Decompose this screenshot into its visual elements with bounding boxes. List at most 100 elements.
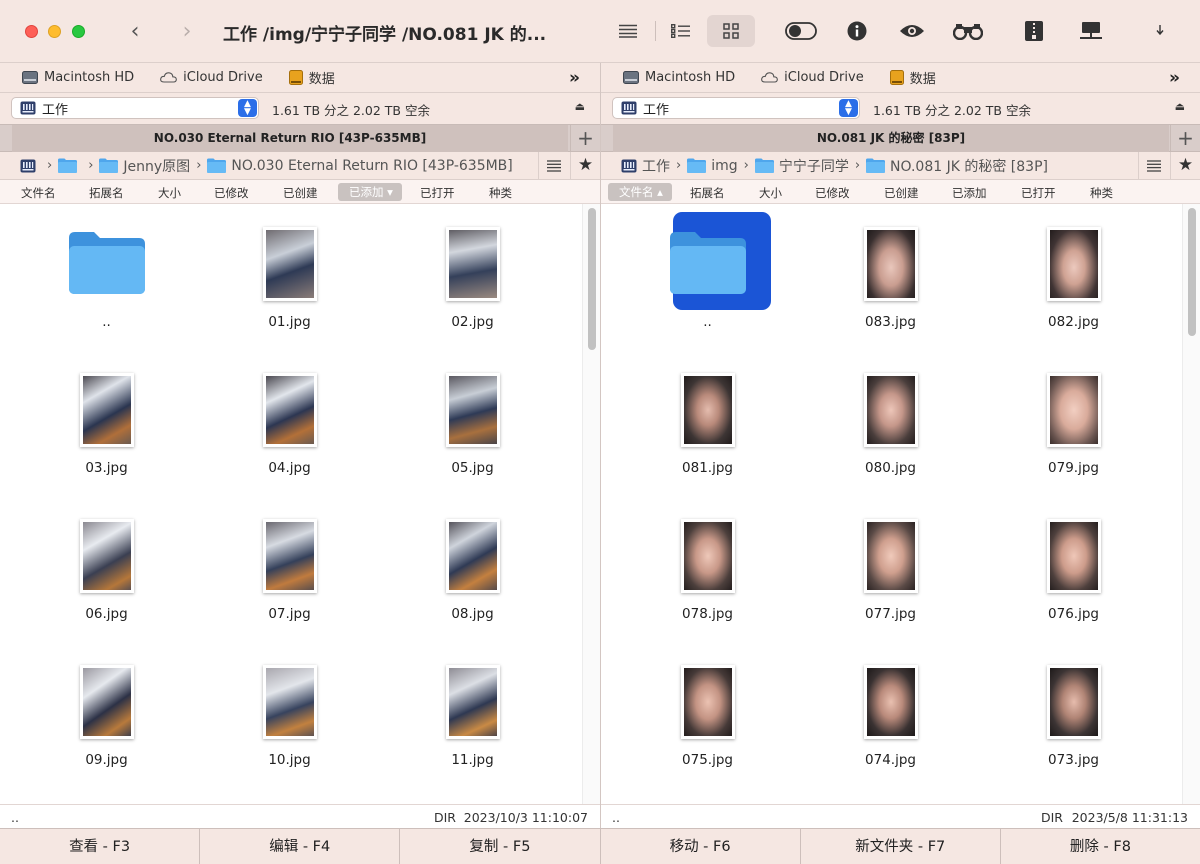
column-size[interactable]: 大小 — [759, 185, 782, 201]
column-added[interactable]: 已添加 ▾ — [338, 183, 402, 201]
more-volumes-button[interactable]: » — [1169, 68, 1180, 88]
breadcrumb-item[interactable]: NO.081 JK 的秘密 [83P] — [866, 156, 1048, 176]
updown-arrows-icon: ▲ ▼ — [238, 99, 257, 117]
more-volumes-button[interactable]: » — [569, 68, 580, 88]
star-icon: ★ — [577, 155, 594, 175]
minimize-window-button[interactable] — [48, 25, 61, 38]
path-menu-button[interactable] — [1138, 152, 1168, 179]
scrollbar-thumb[interactable] — [1188, 208, 1196, 336]
archive-button[interactable] — [1010, 15, 1058, 47]
path-menu-button[interactable] — [538, 152, 568, 179]
breadcrumb-item[interactable]: NO.030 Eternal Return RIO [43P-635MB] — [207, 158, 513, 174]
breadcrumb-item[interactable]: img — [687, 158, 738, 174]
scrollbar[interactable] — [582, 204, 600, 804]
favorites-button[interactable]: ★ — [1170, 152, 1200, 179]
file-item[interactable]: 10.jpg — [198, 642, 381, 788]
column-modified[interactable]: 已修改 — [815, 185, 850, 201]
status-selected-name: .. — [612, 810, 620, 825]
volume-icloud-drive[interactable]: iCloud Drive — [160, 70, 263, 85]
search-button[interactable] — [944, 15, 992, 47]
file-item[interactable]: 078.jpg — [616, 496, 799, 642]
column-modified[interactable]: 已修改 — [214, 185, 249, 201]
drive-icon — [621, 159, 637, 172]
file-item[interactable]: 081.jpg — [616, 350, 799, 496]
parent-folder-item[interactable]: .. — [15, 204, 198, 350]
file-item[interactable]: 075.jpg — [616, 642, 799, 788]
download-button[interactable] — [1136, 15, 1184, 47]
view-f3-button[interactable]: 查看 - F3 — [0, 829, 201, 864]
breadcrumb-item[interactable]: 工作 — [621, 156, 670, 176]
volume-macintosh-hd[interactable]: Macintosh HD — [623, 70, 735, 85]
volume-data[interactable]: 数据 — [889, 68, 936, 87]
file-item[interactable]: 07.jpg — [198, 496, 381, 642]
file-item[interactable]: 08.jpg — [381, 496, 564, 642]
list-view-button[interactable] — [604, 15, 652, 47]
grid-icon — [723, 23, 739, 39]
file-item[interactable]: 09.jpg — [15, 642, 198, 788]
new-folder-f7-button[interactable]: 新文件夹 - F7 — [801, 829, 1001, 864]
info-button[interactable] — [833, 15, 881, 47]
favorites-button[interactable]: ★ — [570, 152, 600, 179]
back-button[interactable]: ‹ — [122, 18, 148, 46]
column-kind[interactable]: 种类 — [1090, 185, 1113, 201]
column-opened[interactable]: 已打开 — [420, 185, 455, 201]
file-item[interactable]: 06.jpg — [15, 496, 198, 642]
volume-data[interactable]: 数据 — [288, 68, 335, 87]
delete-f8-button[interactable]: 删除 - F8 — [1001, 829, 1200, 864]
edit-f4-button[interactable]: 编辑 - F4 — [200, 829, 401, 864]
file-item[interactable]: 080.jpg — [799, 350, 982, 496]
column-extension[interactable]: 拓展名 — [690, 185, 725, 201]
column-opened[interactable]: 已打开 — [1021, 185, 1056, 201]
column-kind[interactable]: 种类 — [489, 185, 512, 201]
sort-asc-icon: ▴ — [657, 185, 663, 199]
breadcrumb-item[interactable]: Jenny原图 — [99, 156, 190, 176]
breadcrumb-drive[interactable] — [20, 159, 41, 173]
column-created[interactable]: 已创建 — [283, 185, 318, 201]
tab-current-folder[interactable]: NO.081 JK 的秘密 [83P] — [613, 125, 1169, 152]
scrollbar[interactable] — [1182, 204, 1200, 804]
column-size[interactable]: 大小 — [158, 185, 181, 201]
file-item[interactable]: 02.jpg — [381, 204, 564, 350]
breadcrumb-item[interactable]: 宁宁子同学 — [754, 156, 849, 176]
tab-current-folder[interactable]: NO.030 Eternal Return RIO [43P-635MB] — [12, 125, 568, 152]
column-created[interactable]: 已创建 — [884, 185, 919, 201]
new-tab-button[interactable]: + — [1170, 125, 1200, 152]
drive-selector[interactable]: 工作 ▲ ▼ — [612, 97, 860, 119]
volume-icloud-drive[interactable]: iCloud Drive — [761, 70, 864, 85]
scrollbar-thumb[interactable] — [588, 208, 596, 350]
column-extension[interactable]: 拓展名 — [89, 185, 124, 201]
file-item[interactable]: 05.jpg — [381, 350, 564, 496]
network-button[interactable] — [1067, 15, 1115, 47]
parent-folder-item[interactable]: .. — [616, 204, 799, 350]
forward-button[interactable]: › — [174, 18, 200, 46]
eject-button[interactable]: ⏏ — [575, 100, 585, 113]
quick-look-button[interactable] — [888, 15, 936, 47]
file-item[interactable]: 082.jpg — [982, 204, 1165, 350]
file-item[interactable]: 079.jpg — [982, 350, 1165, 496]
breadcrumb-item[interactable] — [58, 158, 82, 173]
column-name[interactable]: 文件名 — [21, 185, 56, 201]
file-item[interactable]: 01.jpg — [198, 204, 381, 350]
detail-view-button[interactable] — [656, 15, 704, 47]
hidden-files-toggle[interactable] — [777, 15, 825, 47]
file-item[interactable]: 083.jpg — [799, 204, 982, 350]
file-item[interactable]: 074.jpg — [799, 642, 982, 788]
column-added[interactable]: 已添加 — [952, 185, 987, 201]
file-item[interactable]: 076.jpg — [982, 496, 1165, 642]
copy-f5-button[interactable]: 复制 - F5 — [400, 829, 601, 864]
close-window-button[interactable] — [25, 25, 38, 38]
move-f6-button[interactable]: 移动 - F6 — [601, 829, 801, 864]
file-item[interactable]: 04.jpg — [198, 350, 381, 496]
file-item[interactable]: 11.jpg — [381, 642, 564, 788]
breadcrumb-separator: › — [676, 158, 682, 173]
file-item[interactable]: 03.jpg — [15, 350, 198, 496]
file-item[interactable]: 073.jpg — [982, 642, 1165, 788]
eject-button[interactable]: ⏏ — [1175, 100, 1185, 113]
icon-view-button[interactable] — [707, 15, 755, 47]
new-tab-button[interactable]: + — [570, 125, 600, 152]
column-name[interactable]: 文件名 ▴ — [608, 183, 672, 201]
file-item[interactable]: 077.jpg — [799, 496, 982, 642]
zoom-window-button[interactable] — [72, 25, 85, 38]
volume-macintosh-hd[interactable]: Macintosh HD — [22, 70, 134, 85]
drive-selector[interactable]: 工作 ▲ ▼ — [11, 97, 259, 119]
